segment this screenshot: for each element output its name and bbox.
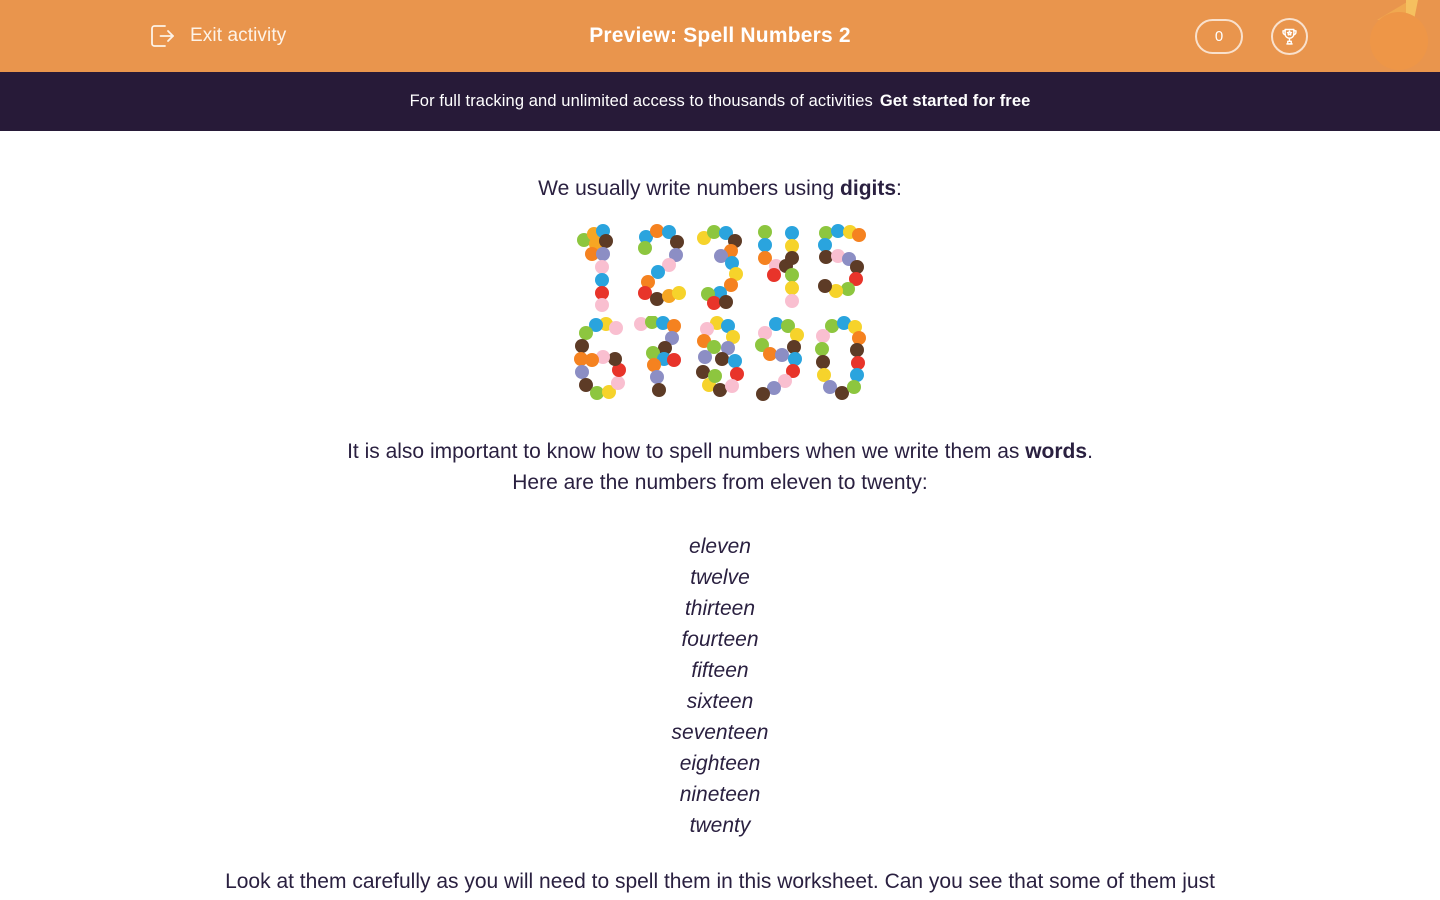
awards-button[interactable]: [1271, 17, 1308, 55]
app-header: Exit activity Preview: Spell Numbers 2 0: [0, 0, 1440, 72]
candy-digit: [818, 223, 866, 298]
get-started-link[interactable]: Get started for free: [880, 92, 1031, 111]
words-intro-paragraph: It is also important to know how to spel…: [0, 437, 1440, 499]
number-words-list: eleven twelve thirteen fourteen fifteen …: [0, 531, 1440, 841]
intro-sentence: We usually write numbers using digits:: [0, 175, 1440, 203]
list-item: twelve: [690, 566, 750, 590]
worksheet-content: We usually write numbers using digits: I…: [0, 131, 1440, 898]
list-item: eleven: [689, 535, 751, 559]
trophy-icon: [1279, 26, 1300, 47]
words-intro-line2: Here are the numbers from eleven to twen…: [512, 471, 928, 495]
candy-digit: [758, 224, 799, 308]
candy-digit: [577, 223, 613, 312]
intro-prefix: We usually write numbers using: [538, 177, 841, 200]
list-item: thirteen: [684, 597, 756, 621]
list-item: seventeen: [671, 721, 769, 745]
list-item: fourteen: [681, 628, 759, 652]
candy-digit: [697, 224, 743, 310]
intro-suffix: :: [896, 177, 902, 200]
list-item: eighteen: [679, 752, 761, 776]
list-item: fifteen: [691, 659, 749, 683]
list-item: nineteen: [679, 783, 761, 807]
candy-digit-grid: [570, 221, 870, 407]
words-intro-prefix: It is also important to know how to spel…: [347, 440, 1026, 464]
words-intro-bold: words: [1025, 440, 1088, 464]
candy-digit: [574, 316, 626, 400]
exit-activity-label: Exit activity: [190, 25, 287, 46]
candy-digit: [815, 315, 866, 400]
header-actions: 0: [1195, 0, 1440, 72]
orange-fruit-logo[interactable]: [1360, 0, 1440, 72]
candy-digits-image: [570, 221, 870, 407]
upgrade-banner-message: For full tracking and unlimited access t…: [409, 92, 873, 110]
candy-digit: [638, 223, 686, 306]
list-item: twenty: [689, 814, 751, 838]
intro-bold-digits: digits: [840, 177, 897, 200]
upgrade-banner: For full tracking and unlimited access t…: [0, 72, 1440, 131]
logout-icon: [148, 23, 178, 49]
points-counter-badge[interactable]: 0: [1195, 18, 1243, 54]
list-item: sixteen: [686, 690, 754, 714]
words-intro-suffix: .: [1087, 440, 1093, 464]
logo-orange-body: [1370, 12, 1428, 70]
candy-digit: [755, 316, 804, 401]
exit-activity-button[interactable]: Exit activity: [148, 23, 286, 49]
candy-digit: [696, 315, 744, 397]
closing-paragraph: Look at them carefully as you will need …: [225, 870, 1215, 894]
candy-digit: [634, 315, 681, 397]
points-count: 0: [1214, 27, 1224, 45]
